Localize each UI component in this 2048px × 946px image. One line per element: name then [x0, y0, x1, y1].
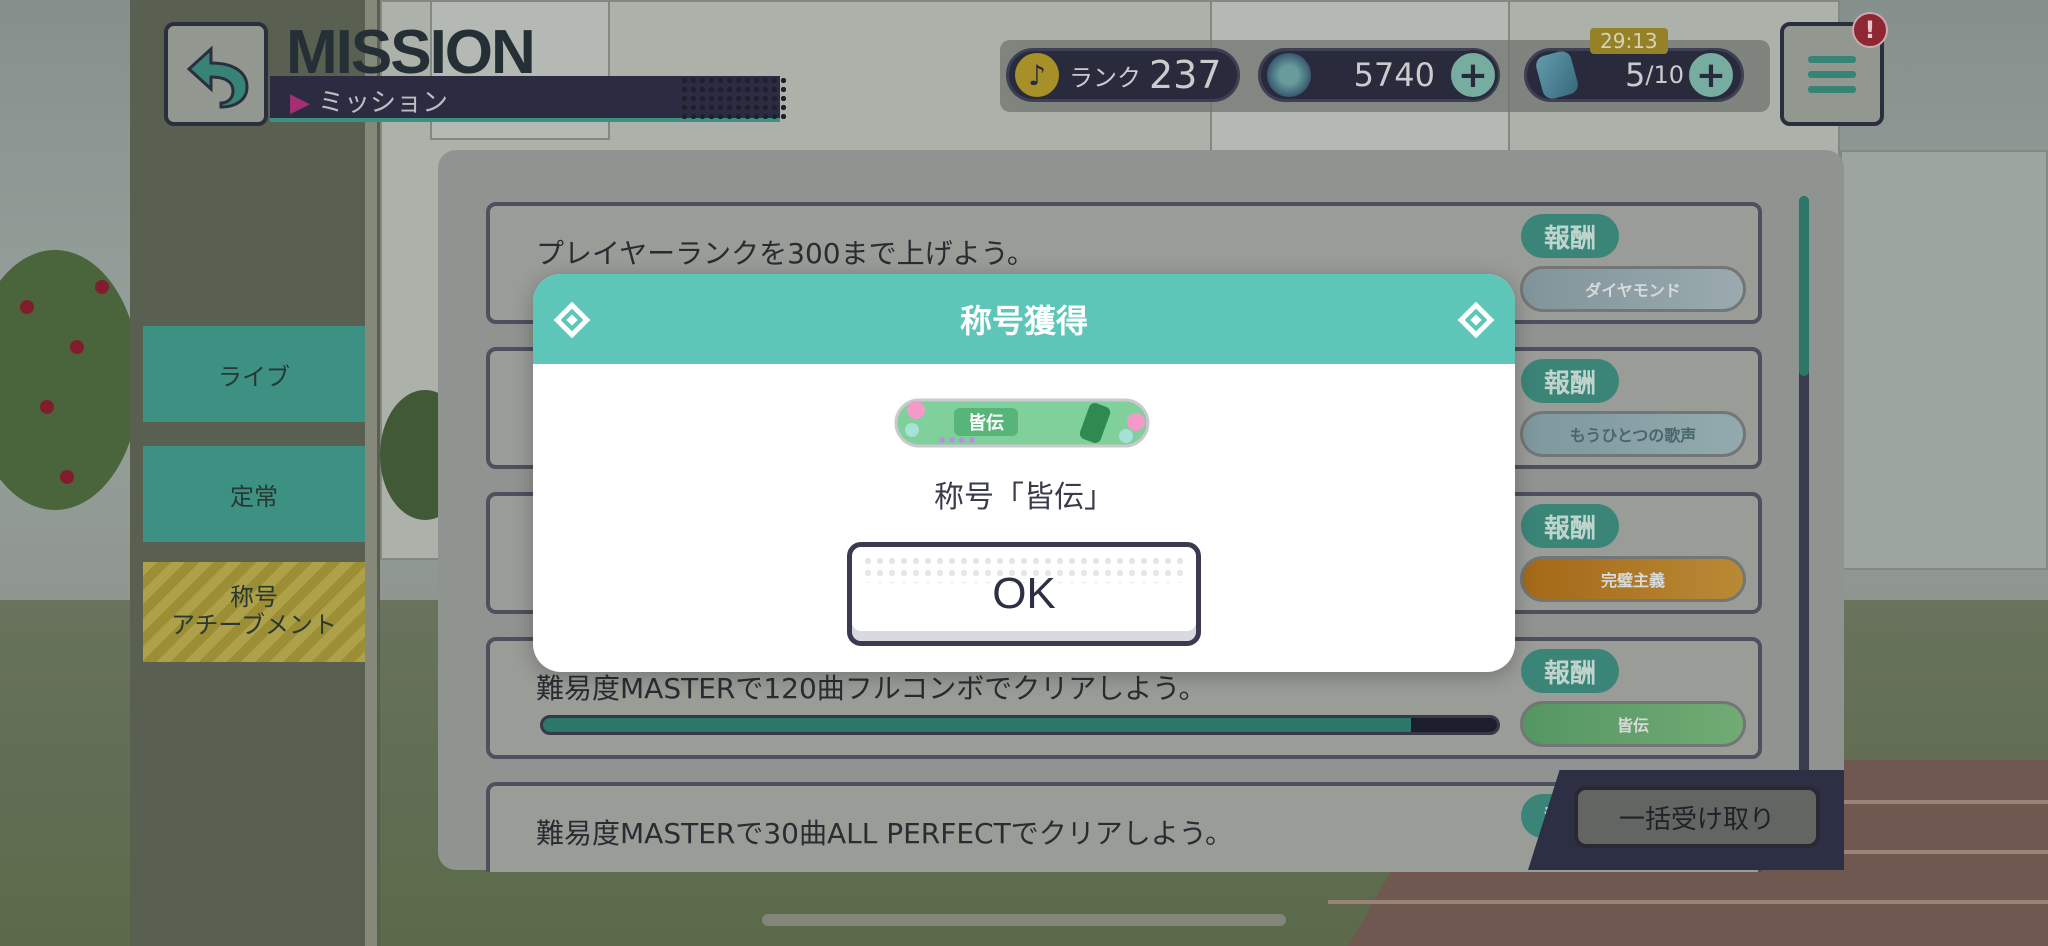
- dialog-title: 称号獲得: [959, 302, 1088, 340]
- badge-text: 皆伝: [968, 412, 1004, 434]
- title-acquired-dialog: 称号獲得 皆伝 称号「皆伝」 OK: [533, 274, 1515, 672]
- ok-button[interactable]: OK: [847, 542, 1201, 646]
- title-badge-plate: 皆伝: [894, 398, 1150, 448]
- ok-button-label: OK: [992, 569, 1056, 618]
- dialog-title-name: 称号「皆伝」: [934, 480, 1114, 515]
